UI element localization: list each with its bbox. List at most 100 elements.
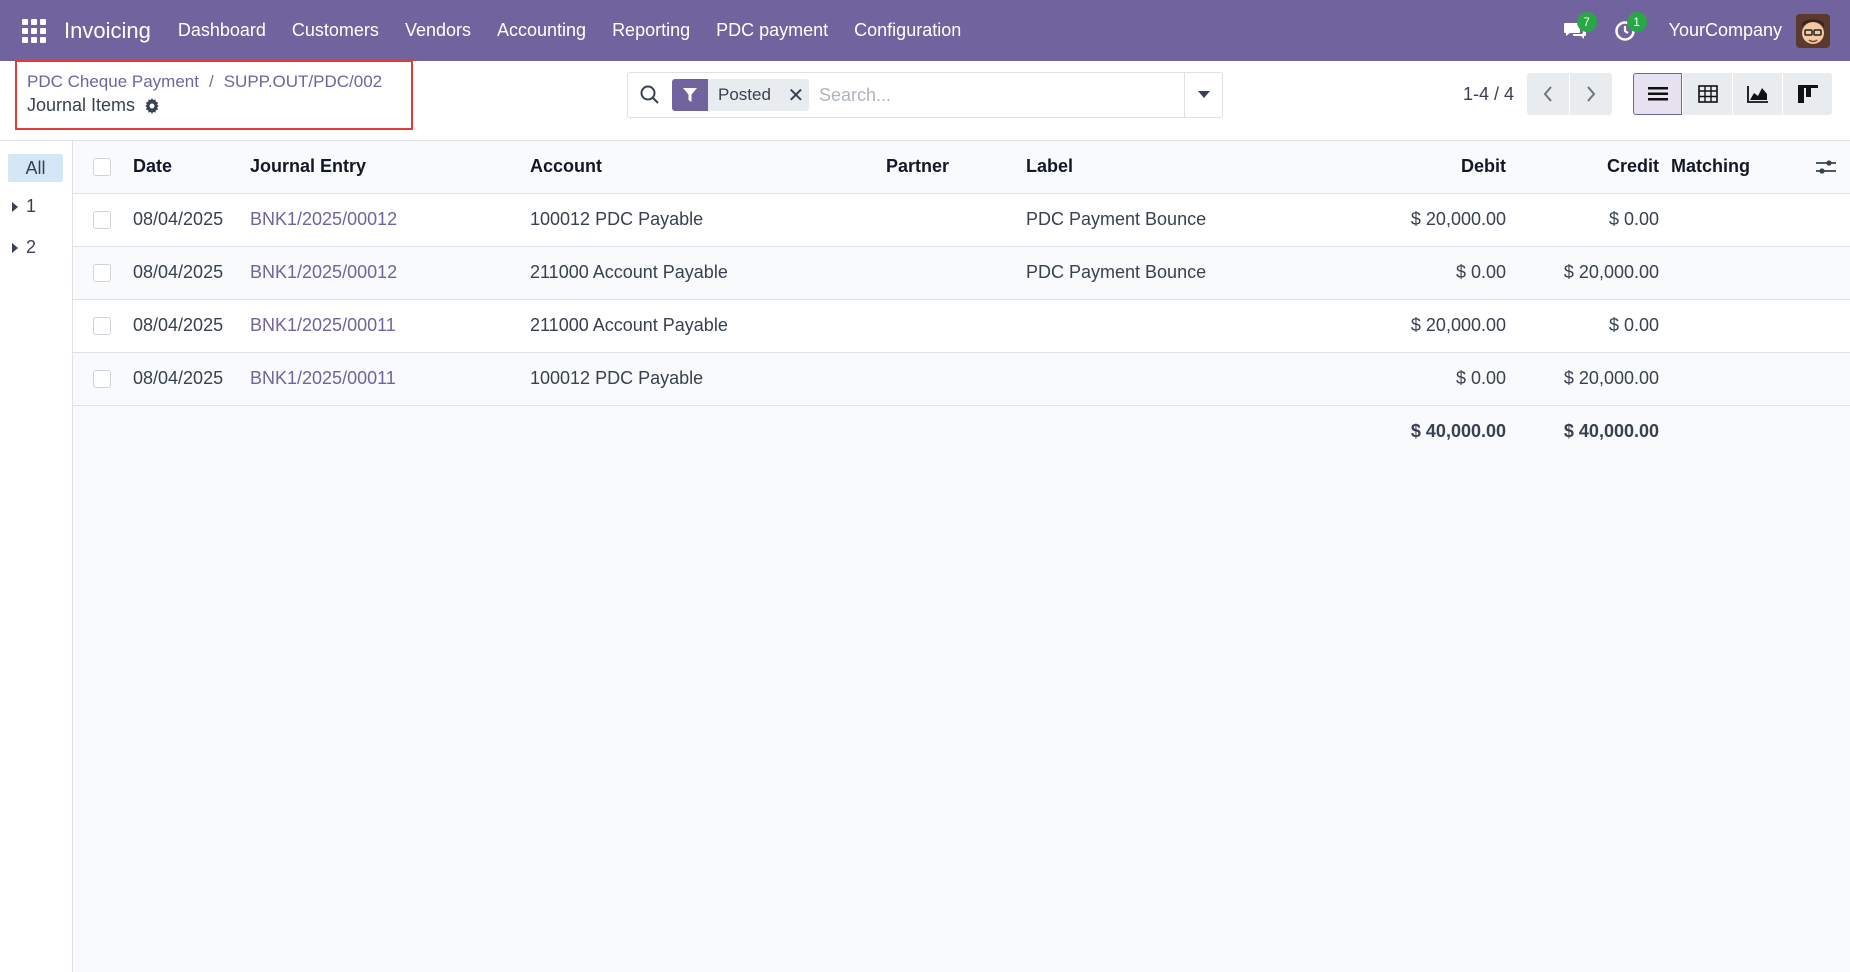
cell-account: 100012 PDC Payable: [530, 193, 886, 247]
cell-partner: [886, 352, 1026, 406]
control-panel: PDC Cheque Payment / SUPP.OUT/PDC/002 Jour…: [0, 60, 1850, 141]
cell-debit: $ 0.00: [1266, 246, 1506, 300]
caret-right-icon: [12, 242, 18, 253]
totals-row: $ 40,000.00 $ 40,000.00: [73, 405, 1850, 457]
main-menu: Dashboard Customers Vendors Accounting R…: [165, 20, 974, 41]
column-debit[interactable]: Debit: [1266, 141, 1506, 194]
gear-icon[interactable]: [144, 97, 160, 114]
pager-previous-button[interactable]: [1527, 73, 1569, 115]
column-options-icon[interactable]: [1816, 158, 1836, 176]
cell-matching: [1659, 246, 1799, 300]
column-label[interactable]: Label: [1026, 141, 1266, 194]
group-item-1[interactable]: 1: [12, 196, 36, 217]
cell-label: PDC Payment Bounce: [1026, 246, 1266, 300]
cell-partner: [886, 246, 1026, 300]
menu-pdc-payment[interactable]: PDC payment: [703, 20, 841, 41]
column-account[interactable]: Account: [530, 141, 886, 194]
cell-account: 100012 PDC Payable: [530, 352, 886, 406]
messages-badge: 7: [1576, 11, 1597, 32]
cell-matching: [1659, 299, 1799, 353]
menu-reporting[interactable]: Reporting: [599, 20, 703, 41]
pager-value[interactable]: 1-4 / 4: [1463, 84, 1514, 105]
row-checkbox[interactable]: [93, 369, 111, 388]
cell-account: 211000 Account Payable: [530, 246, 886, 300]
chevron-right-icon: [1587, 86, 1596, 102]
page-title-wrap: Journal Items: [27, 95, 160, 116]
cell-journal-entry[interactable]: BNK1/2025/00011: [250, 299, 530, 353]
row-checkbox[interactable]: [93, 210, 111, 229]
table-grid-icon: [1697, 85, 1718, 103]
table-row[interactable]: 08/04/2025 BNK1/2025/00012 211000 Accoun…: [73, 246, 1850, 300]
search-facet: Posted ✕: [672, 79, 809, 111]
cell-credit: $ 0.00: [1506, 299, 1659, 353]
caret-right-icon: [12, 201, 18, 212]
cell-credit: $ 20,000.00: [1506, 246, 1659, 300]
graph-view-button[interactable]: [1733, 73, 1782, 115]
cell-label: [1026, 352, 1266, 406]
cell-debit: $ 0.00: [1266, 352, 1506, 406]
select-all-checkbox[interactable]: [93, 157, 111, 176]
journal-items-list: Date Journal Entry Account Partner Label…: [73, 141, 1850, 457]
cell-journal-entry[interactable]: BNK1/2025/00012: [250, 246, 530, 300]
filter-icon: [683, 88, 697, 102]
cell-credit: $ 0.00: [1506, 193, 1659, 247]
cell-debit: $ 20,000.00: [1266, 193, 1506, 247]
row-checkbox[interactable]: [93, 263, 111, 282]
group-label: 2: [26, 237, 37, 257]
menu-accounting[interactable]: Accounting: [484, 20, 599, 41]
area-chart-icon: [1746, 86, 1768, 103]
table-row[interactable]: 08/04/2025 BNK1/2025/00011 211000 Accoun…: [73, 299, 1850, 353]
cell-date: 08/04/2025: [133, 193, 250, 247]
table-row[interactable]: 08/04/2025 BNK1/2025/00011 100012 PDC Pa…: [73, 352, 1850, 406]
cell-matching: [1659, 352, 1799, 406]
group-item-2[interactable]: 2: [12, 237, 36, 258]
cell-date: 08/04/2025: [133, 246, 250, 300]
group-side-panel: All 1 2: [0, 141, 73, 972]
cell-journal-entry[interactable]: BNK1/2025/00011: [250, 352, 530, 406]
messages-button[interactable]: 7: [1555, 11, 1597, 46]
cell-label: [1026, 299, 1266, 353]
group-all[interactable]: All: [8, 154, 63, 182]
activities-badge: 1: [1626, 11, 1647, 32]
facet-remove-icon[interactable]: ✕: [783, 83, 809, 108]
cell-partner: [886, 193, 1026, 247]
page-title: Journal Items: [27, 95, 136, 115]
pager-next-button[interactable]: [1570, 73, 1612, 115]
cell-date: 08/04/2025: [133, 299, 250, 353]
column-partner[interactable]: Partner: [886, 141, 1026, 194]
menu-configuration[interactable]: Configuration: [841, 20, 974, 41]
row-checkbox[interactable]: [93, 316, 111, 335]
app-name[interactable]: Invoicing: [64, 18, 151, 44]
cell-partner: [886, 299, 1026, 353]
kanban-icon: [1797, 85, 1818, 103]
table-row[interactable]: 08/04/2025 BNK1/2025/00012 100012 PDC Pa…: [73, 193, 1850, 247]
menu-dashboard[interactable]: Dashboard: [165, 20, 279, 41]
cell-journal-entry[interactable]: BNK1/2025/00012: [250, 193, 530, 247]
column-journal-entry[interactable]: Journal Entry: [250, 141, 530, 194]
kanban-view-button[interactable]: [1783, 73, 1832, 115]
cell-credit: $ 20,000.00: [1506, 352, 1659, 406]
top-navbar: Invoicing Dashboard Customers Vendors Ac…: [0, 0, 1850, 61]
cell-account: 211000 Account Payable: [530, 299, 886, 353]
user-avatar[interactable]: [1796, 13, 1830, 48]
group-label: 1: [26, 196, 37, 216]
activities-button[interactable]: 1: [1605, 11, 1647, 46]
column-date[interactable]: Date: [133, 141, 250, 194]
breadcrumb-parent[interactable]: PDC Cheque Payment: [27, 72, 199, 91]
search-options-toggle[interactable]: [1184, 72, 1222, 118]
menu-customers[interactable]: Customers: [279, 20, 392, 41]
total-credit: $ 40,000.00: [1563, 420, 1659, 441]
pivot-view-button[interactable]: [1683, 73, 1732, 115]
total-debit: $ 40,000.00: [1410, 420, 1506, 441]
chevron-left-icon: [1543, 86, 1552, 102]
menu-vendors[interactable]: Vendors: [392, 20, 484, 41]
list-view-button[interactable]: [1633, 73, 1682, 115]
breadcrumb-record[interactable]: SUPP.OUT/PDC/002: [224, 72, 382, 91]
company-switcher[interactable]: YourCompany: [1669, 20, 1782, 41]
search-icon: [640, 85, 659, 104]
caret-down-icon: [1197, 91, 1210, 98]
search-input[interactable]: [808, 75, 1184, 115]
apps-menu-icon[interactable]: [22, 18, 46, 43]
column-credit[interactable]: Credit: [1506, 141, 1659, 194]
column-matching[interactable]: Matching: [1659, 141, 1799, 194]
